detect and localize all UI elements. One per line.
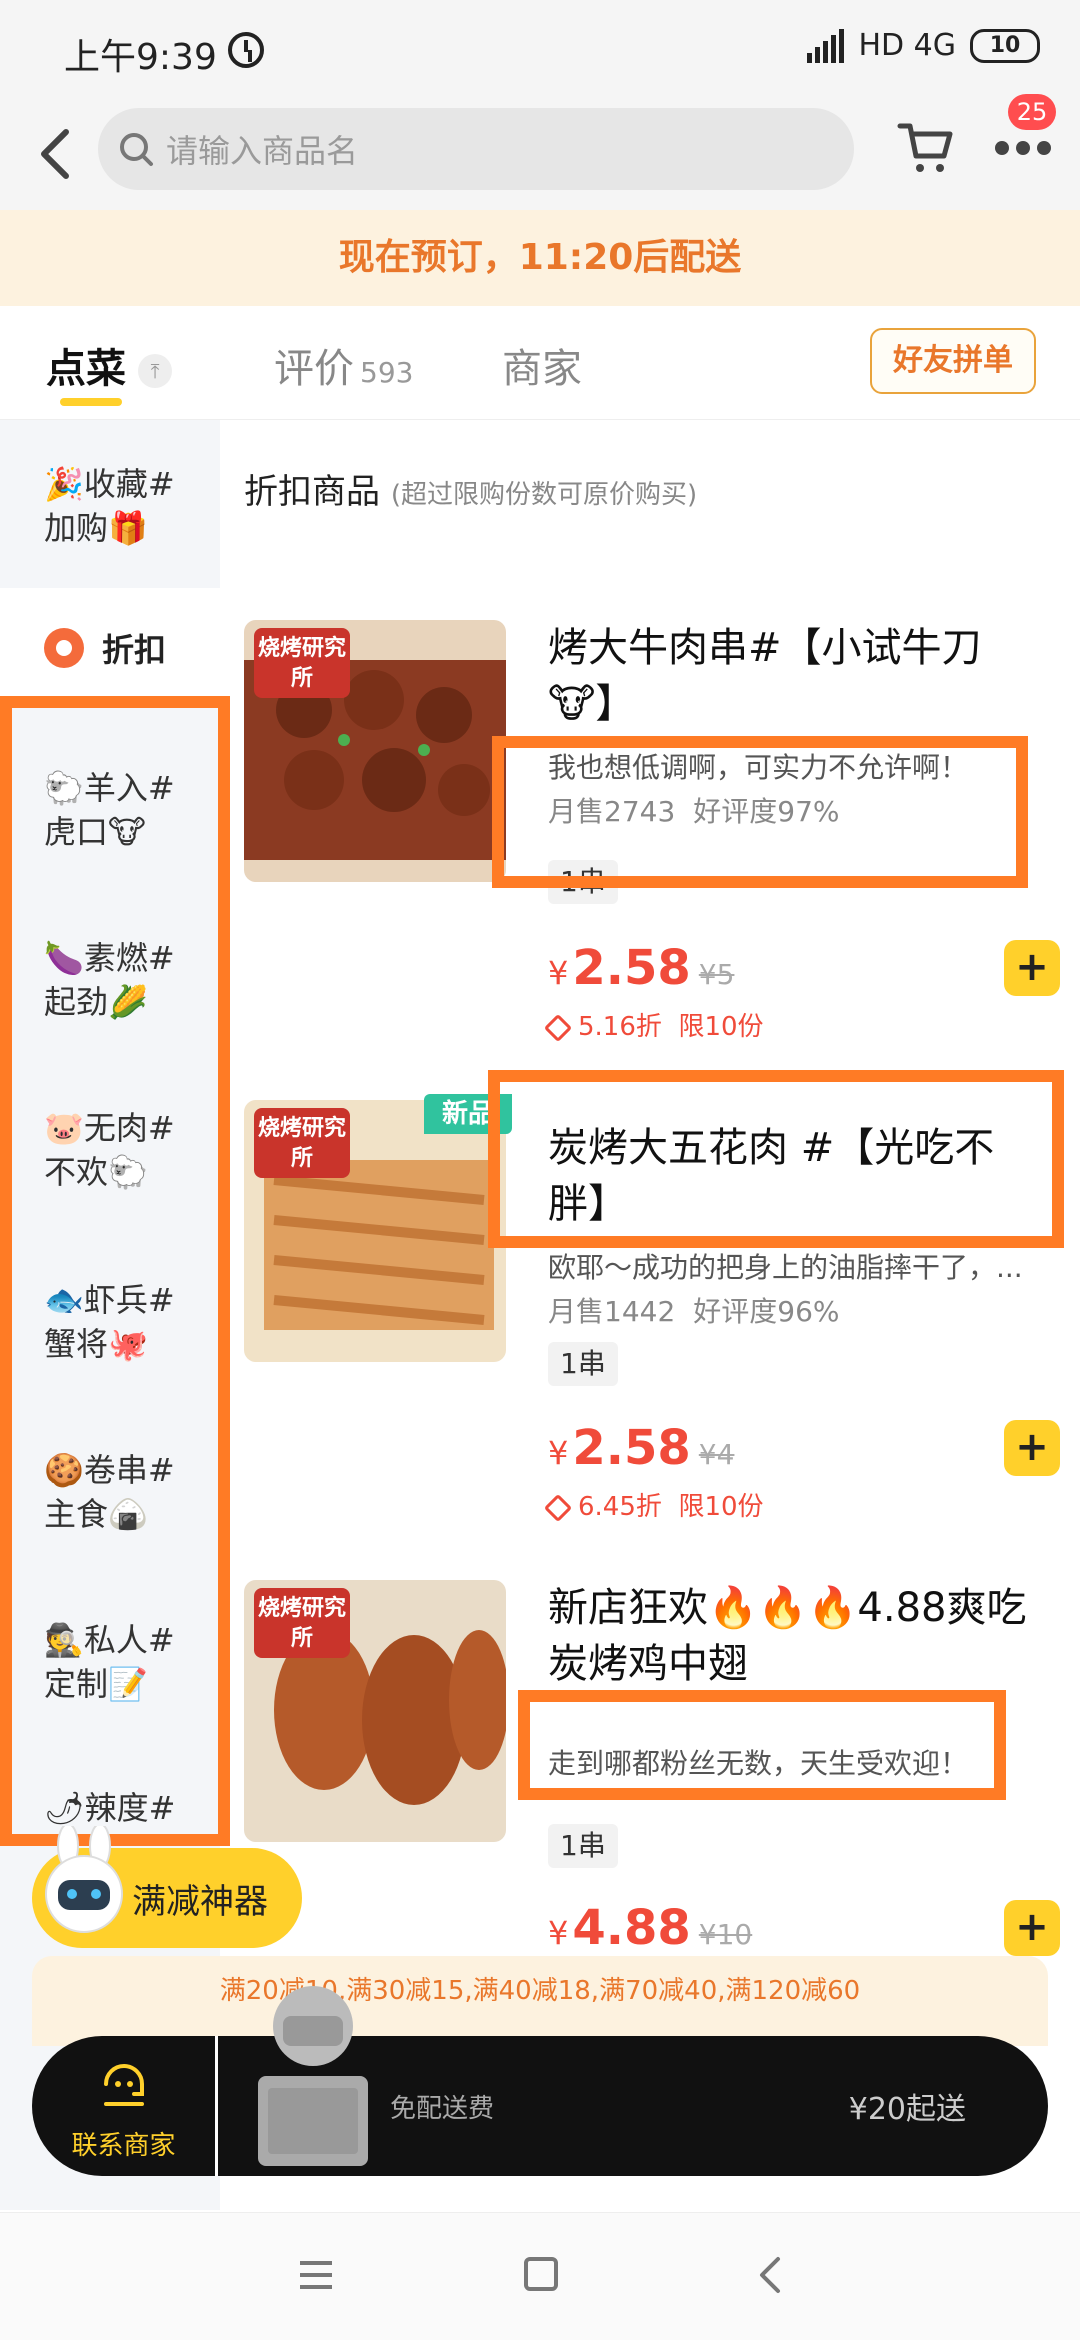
product-image[interactable]: 烧烤研究所: [244, 1580, 506, 1842]
purchase-limit: 限10份: [678, 1492, 764, 1522]
tab-order[interactable]: 点菜 ⤒: [46, 336, 172, 406]
shop-logo-tag: 烧烤研究所: [254, 1588, 350, 1658]
battery-icon: 10: [970, 28, 1040, 63]
back-icon[interactable]: [30, 124, 80, 184]
sidebar-label: 折扣: [102, 631, 167, 669]
product-spec: 1串: [548, 1342, 618, 1386]
original-price: ¥4: [698, 1438, 735, 1471]
section-title: 折扣商品 (超过限购份数可原价购买): [244, 464, 697, 513]
original-price: ¥10: [698, 1918, 753, 1951]
monthly-sales: 月售1442: [548, 1295, 676, 1328]
section-subtitle: (超过限购份数可原价购买): [390, 480, 698, 510]
min-order-label: ¥20起送: [848, 2092, 966, 2127]
shop-logo-tag: 烧烤研究所: [254, 1108, 350, 1178]
highlight-box-description: [492, 736, 1028, 888]
notification-badge: 25: [1008, 94, 1056, 130]
robot-icon: [45, 1826, 123, 1933]
tab-order-label: 点菜: [46, 346, 126, 392]
search-icon: [120, 133, 153, 166]
chat-icon: [103, 2064, 144, 2106]
highlight-box-sidebar: [0, 696, 230, 1846]
product-price: ¥2.58 ¥4: [548, 1420, 735, 1476]
tab-reviews[interactable]: 评价 593: [274, 336, 413, 394]
product-image[interactable]: 烧烤研究所: [244, 620, 506, 882]
status-indicators: HD 4G 10: [807, 28, 1040, 63]
contact-merchant-button[interactable]: 联系商家: [32, 2036, 218, 2176]
sidebar-label: 🎉收藏#: [44, 465, 175, 503]
product-name: 新店狂欢🔥🔥🔥4.88爽吃炭烤鸡中翅: [548, 1585, 1027, 1687]
checkout-bar: 联系商家 免配送费 ¥20起送: [32, 1986, 1048, 2176]
rating: 好评度96%: [693, 1295, 840, 1328]
contact-label: 联系商家: [71, 2131, 176, 2161]
purchase-limit: 限10份: [678, 1012, 764, 1042]
product-price: ¥4.88 ¥10: [548, 1900, 753, 1956]
network-label: HD 4G: [858, 28, 956, 63]
product-meta: 月售1442 好评度96%: [548, 1290, 858, 1330]
cart-icon[interactable]: [896, 116, 956, 176]
add-to-cart-button[interactable]: +: [1004, 940, 1060, 996]
nav-bar: 请输入商品名 25: [0, 94, 1080, 210]
signal-icon: [807, 28, 845, 63]
tab-bar: 点菜 ⤒ 评价 593 商家 好友拼单: [0, 306, 1080, 420]
status-time: 上午9:39: [64, 37, 217, 78]
original-price: ¥5: [698, 958, 735, 991]
product-image[interactable]: 烧烤研究所: [244, 1100, 506, 1362]
discount-rate: 6.45折: [578, 1492, 662, 1522]
sidebar-label: 加购🎁: [44, 509, 148, 547]
tab-merchant[interactable]: 商家: [502, 336, 582, 394]
product-description: 欧耶～成功的把身上的油脂摔干了，...: [548, 1251, 1023, 1284]
alarm-icon: [228, 32, 264, 68]
discount-info: 6.45折 限10份: [543, 1486, 764, 1523]
section-title-text: 折扣商品: [244, 472, 380, 512]
discount-helper-label: 满减神器: [132, 1881, 268, 1922]
system-nav-bar: [0, 2212, 1080, 2340]
sidebar-item-discount[interactable]: 折扣: [0, 588, 220, 708]
price-value: 2.58: [572, 940, 691, 996]
system-back-icon[interactable]: [752, 2255, 788, 2295]
search-placeholder: 请输入商品名: [166, 132, 359, 170]
home-icon[interactable]: [524, 2257, 558, 2291]
menu-icon[interactable]: [300, 2261, 332, 2289]
discount-icon: [44, 628, 84, 668]
product-name: 烤大牛肉串#【小试牛刀🐮】: [548, 625, 982, 727]
price-value: 4.88: [572, 1900, 691, 1956]
preorder-banner: 现在预订，11:20后配送: [0, 210, 1080, 306]
add-to-cart-button[interactable]: +: [1004, 1420, 1060, 1476]
shop-logo-tag: 烧烤研究所: [254, 628, 350, 698]
friend-group-order-button[interactable]: 好友拼单: [870, 328, 1036, 394]
product-list: 折扣商品 (超过限购份数可原价购买) 烧烤研究所 烤大牛肉串#【小试牛刀🐮】 我…: [220, 420, 1080, 2210]
free-delivery-label: 免配送费: [390, 2094, 495, 2124]
full-reduction-promo: 满20减10,满30减15,满40减18,满70减40,满120减60: [32, 1956, 1048, 2046]
status-bar: 上午9:39 HD 4G 10: [0, 0, 1080, 100]
sidebar-item-favorites[interactable]: 🎉收藏# 加购🎁: [0, 420, 220, 588]
price-value: 2.58: [572, 1420, 691, 1476]
review-count: 593: [360, 356, 414, 389]
tag-icon: [543, 1493, 573, 1522]
product-price: ¥2.58 ¥5: [548, 940, 735, 996]
tab-reviews-label: 评价: [274, 346, 354, 392]
product-spec: 1串: [548, 1824, 618, 1868]
discount-helper-button[interactable]: 满减神器: [32, 1826, 302, 1948]
highlight-box-name: [488, 1070, 1064, 1248]
courier-icon: [258, 1986, 368, 2166]
tag-icon: [543, 1013, 573, 1042]
pin-icon[interactable]: ⤒: [138, 354, 172, 388]
add-to-cart-button[interactable]: +: [1004, 1900, 1060, 1956]
discount-info: 5.16折 限10份: [543, 1006, 764, 1043]
discount-rate: 5.16折: [578, 1012, 662, 1042]
highlight-box-description: [518, 1690, 1006, 1800]
search-input[interactable]: 请输入商品名: [98, 108, 854, 190]
